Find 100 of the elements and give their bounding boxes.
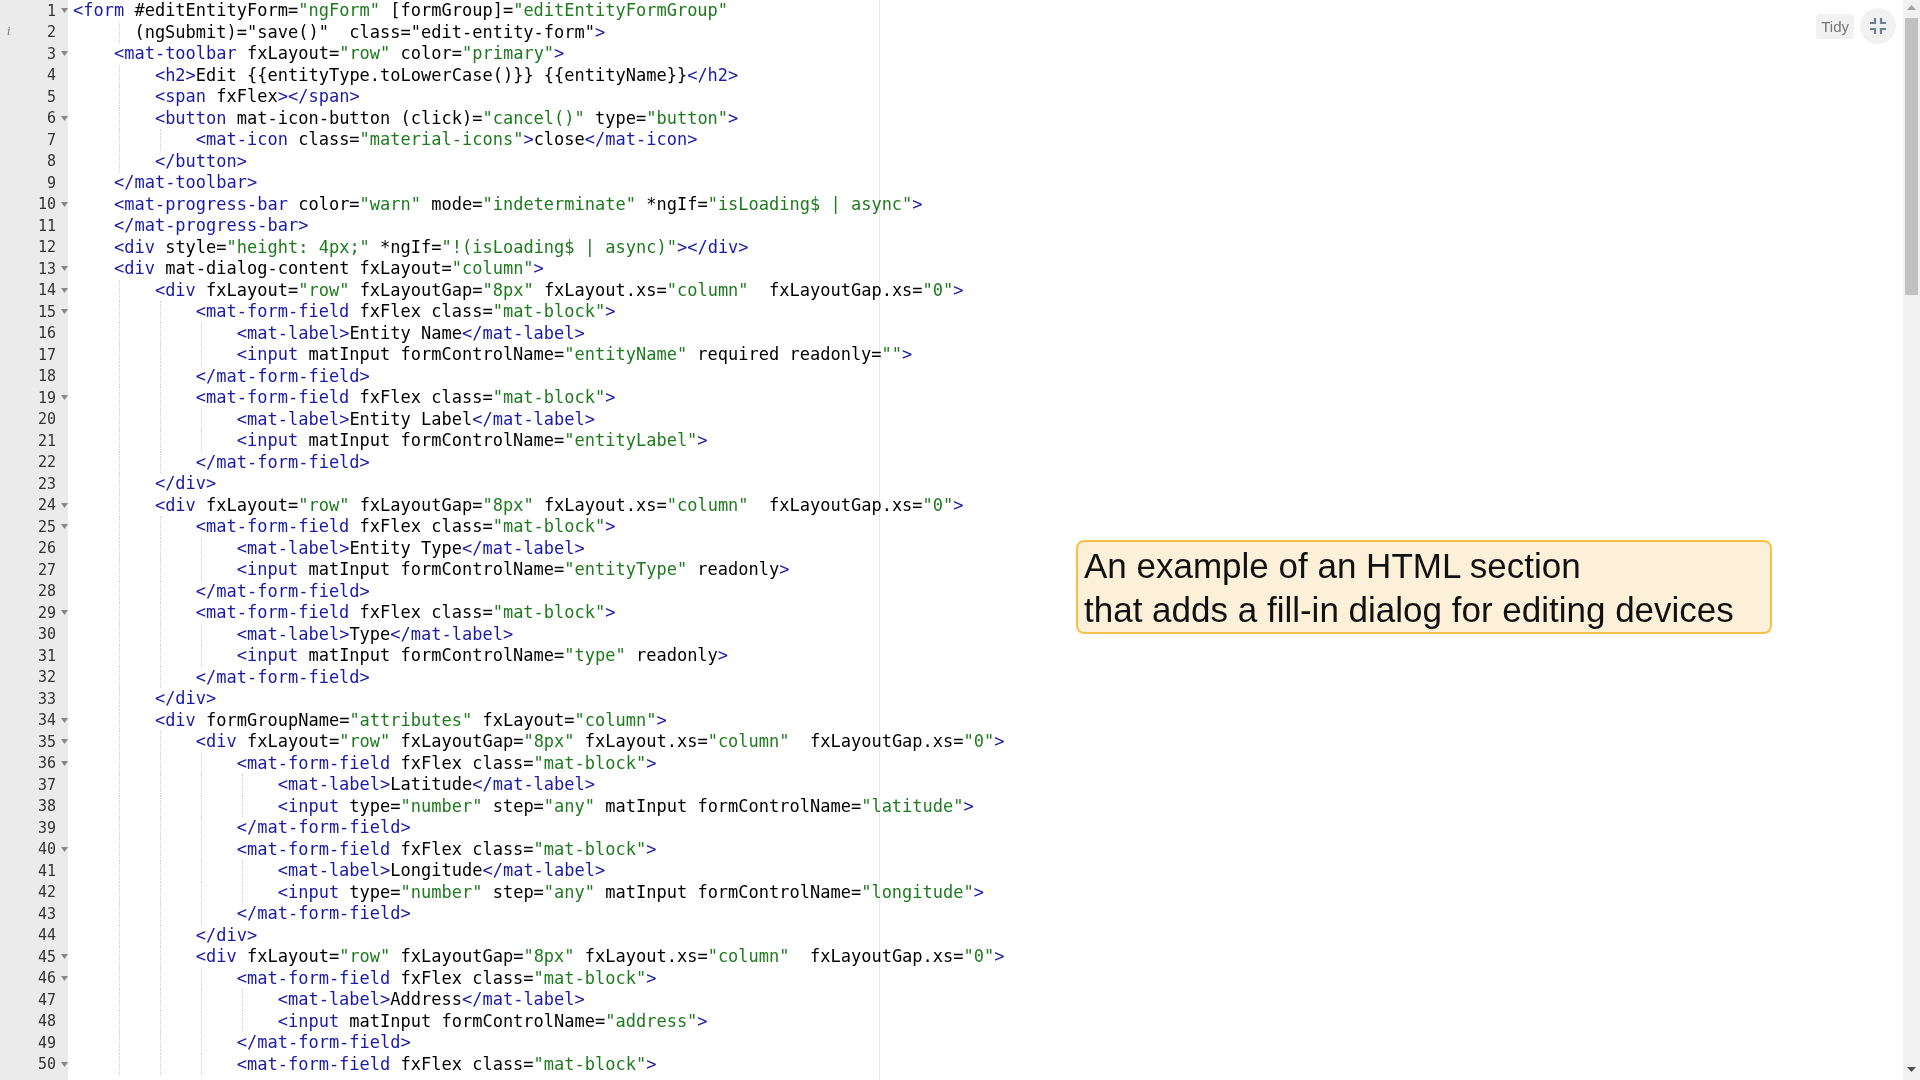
line-number: 17 <box>36 345 57 364</box>
annotation-callout: An example of an HTML section that adds a fill-in dialog for editing devices <box>1076 540 1772 634</box>
code-line: <div fxLayout="row" fxLayoutGap="8px" fxLayout.xs="column" fxLayoutGap.xs="0"> <box>194 731 1005 753</box>
fold-caret-icon[interactable] <box>61 115 68 121</box>
line-number: 29 <box>36 603 57 622</box>
line-number: 1 <box>45 1 57 20</box>
line-number: 34 <box>36 711 57 730</box>
code-line: <div fxLayout="row" fxLayoutGap="8px" fxLayout.xs="column" fxLayoutGap.xs="0"> <box>194 946 1005 968</box>
code-line: <div fxLayout="row" fxLayoutGap="8px" fxLayout.xs="column" fxLayoutGap.xs="0"> <box>153 279 964 301</box>
code-line: <div fxLayout="row" fxLayoutGap="8px" fxLayout.xs="column" fxLayoutGap.xs="0"> <box>153 494 964 516</box>
fold-caret-icon[interactable] <box>61 524 68 530</box>
tidy-button[interactable]: Tidy <box>1816 13 1854 39</box>
line-number: 14 <box>36 281 57 300</box>
line-number: 18 <box>36 367 57 386</box>
line-number: 33 <box>36 689 57 708</box>
line-number: 5 <box>45 87 57 106</box>
code-line: </mat-form-field> <box>194 666 370 688</box>
scrollbar-thumb[interactable] <box>1905 18 1918 295</box>
scroll-down-icon[interactable] <box>1907 1067 1916 1072</box>
line-number: 13 <box>36 259 57 278</box>
line-number: 45 <box>36 947 57 966</box>
code-line: <mat-label>Type</mat-label> <box>235 623 514 645</box>
code-line: <input matInput formControlName="address"> <box>276 1010 708 1032</box>
line-number: 15 <box>36 302 57 321</box>
code-line: <mat-form-field fxFlex class="mat-block"> <box>194 387 616 409</box>
code-line: <mat-label>Longitude</mat-label> <box>276 860 606 882</box>
code-line: <mat-label>Entity Label</mat-label> <box>235 408 596 430</box>
vertical-scrollbar[interactable] <box>1903 0 1920 1080</box>
code-line: <mat-form-field fxFlex class="mat-block"> <box>235 752 657 774</box>
collapse-button[interactable] <box>1860 8 1896 44</box>
line-number: 32 <box>36 668 57 687</box>
fold-caret-icon[interactable] <box>61 610 68 616</box>
fold-caret-icon[interactable] <box>61 201 68 207</box>
line-number: 36 <box>36 754 57 773</box>
line-number: 35 <box>36 732 57 751</box>
line-number: 37 <box>36 775 57 794</box>
code-line: (ngSubmit)="save()" class="edit-entity-form"> <box>133 21 606 43</box>
code-line: </mat-form-field> <box>235 903 411 925</box>
line-number: 38 <box>36 797 57 816</box>
code-line: <mat-form-field fxFlex class="mat-block"> <box>194 516 616 538</box>
line-number: 21 <box>36 431 57 450</box>
code-line: </mat-form-field> <box>235 1032 411 1054</box>
fold-caret-icon[interactable] <box>61 1061 68 1067</box>
line-number: 3 <box>45 44 57 63</box>
code-line: <mat-label>Entity Name</mat-label> <box>235 322 585 344</box>
line-number: 30 <box>36 625 57 644</box>
code-line: </mat-form-field> <box>194 451 370 473</box>
code-line: <mat-label>Latitude</mat-label> <box>276 774 596 796</box>
code-line: </mat-form-field> <box>194 580 370 602</box>
fold-caret-icon[interactable] <box>61 954 68 960</box>
fold-caret-icon[interactable] <box>61 760 68 766</box>
code-line: </div> <box>153 688 217 710</box>
line-number: 44 <box>36 926 57 945</box>
fold-caret-icon[interactable] <box>61 395 68 401</box>
line-number: 40 <box>36 840 57 859</box>
code-line: <mat-progress-bar color="warn" mode="indeterminate" *ngIf="isLoading$ | async"> <box>112 193 923 215</box>
line-number: 28 <box>36 582 57 601</box>
line-number: 42 <box>36 883 57 902</box>
fold-caret-icon[interactable] <box>61 502 68 508</box>
code-line: <span fxFlex></span> <box>153 86 360 108</box>
line-number: 12 <box>36 238 57 257</box>
line-number: 49 <box>36 1033 57 1052</box>
code-line: <mat-label>Entity Type</mat-label> <box>235 537 585 559</box>
info-marker: i <box>7 24 11 38</box>
fold-caret-icon[interactable] <box>61 287 68 293</box>
code-line: <mat-label>Address</mat-label> <box>276 989 585 1011</box>
code-line: </button> <box>153 150 248 172</box>
line-number: 48 <box>36 1012 57 1031</box>
line-number: 4 <box>45 66 57 85</box>
code-line: <div style="height: 4px;" *ngIf="!(isLoading$ | async)"></div> <box>112 236 749 258</box>
line-number: 47 <box>36 990 57 1009</box>
code-line: </mat-toolbar> <box>112 172 258 194</box>
line-number: 7 <box>45 130 57 149</box>
fold-caret-icon[interactable] <box>61 8 68 14</box>
line-number: 22 <box>36 453 57 472</box>
line-number: 25 <box>36 517 57 536</box>
fold-caret-icon[interactable] <box>61 846 68 852</box>
line-number: 8 <box>45 152 57 171</box>
line-number: 31 <box>36 646 57 665</box>
code-line: </mat-form-field> <box>235 817 411 839</box>
fold-caret-icon[interactable] <box>61 51 68 57</box>
fold-caret-icon[interactable] <box>61 266 68 272</box>
code-line: <mat-form-field fxFlex class="mat-block"> <box>235 967 657 989</box>
line-number: 50 <box>36 1055 57 1074</box>
code-line: <button mat-icon-button (click)="cancel()" type="button"> <box>153 107 739 129</box>
code-line: <mat-form-field fxFlex class="mat-block"> <box>194 602 616 624</box>
line-number: 23 <box>36 474 57 493</box>
code-line: <input matInput formControlName="type" readonly> <box>235 645 729 667</box>
fold-caret-icon[interactable] <box>61 739 68 745</box>
fold-caret-icon[interactable] <box>61 717 68 723</box>
fold-caret-icon[interactable] <box>61 975 68 981</box>
line-number: 24 <box>36 496 57 515</box>
code-line: <h2>Edit {{entityType.toLowerCase()}} {{entityName}}</h2> <box>153 64 739 86</box>
line-number: 20 <box>36 410 57 429</box>
line-number: 10 <box>36 195 57 214</box>
line-number: 46 <box>36 969 57 988</box>
scroll-up-icon[interactable] <box>1907 5 1916 10</box>
code-line: <input matInput formControlName="entityLabel"> <box>235 430 708 452</box>
fold-caret-icon[interactable] <box>61 309 68 315</box>
code-line: <input type="number" step="any" matInput formControlName="latitude"> <box>276 795 974 817</box>
